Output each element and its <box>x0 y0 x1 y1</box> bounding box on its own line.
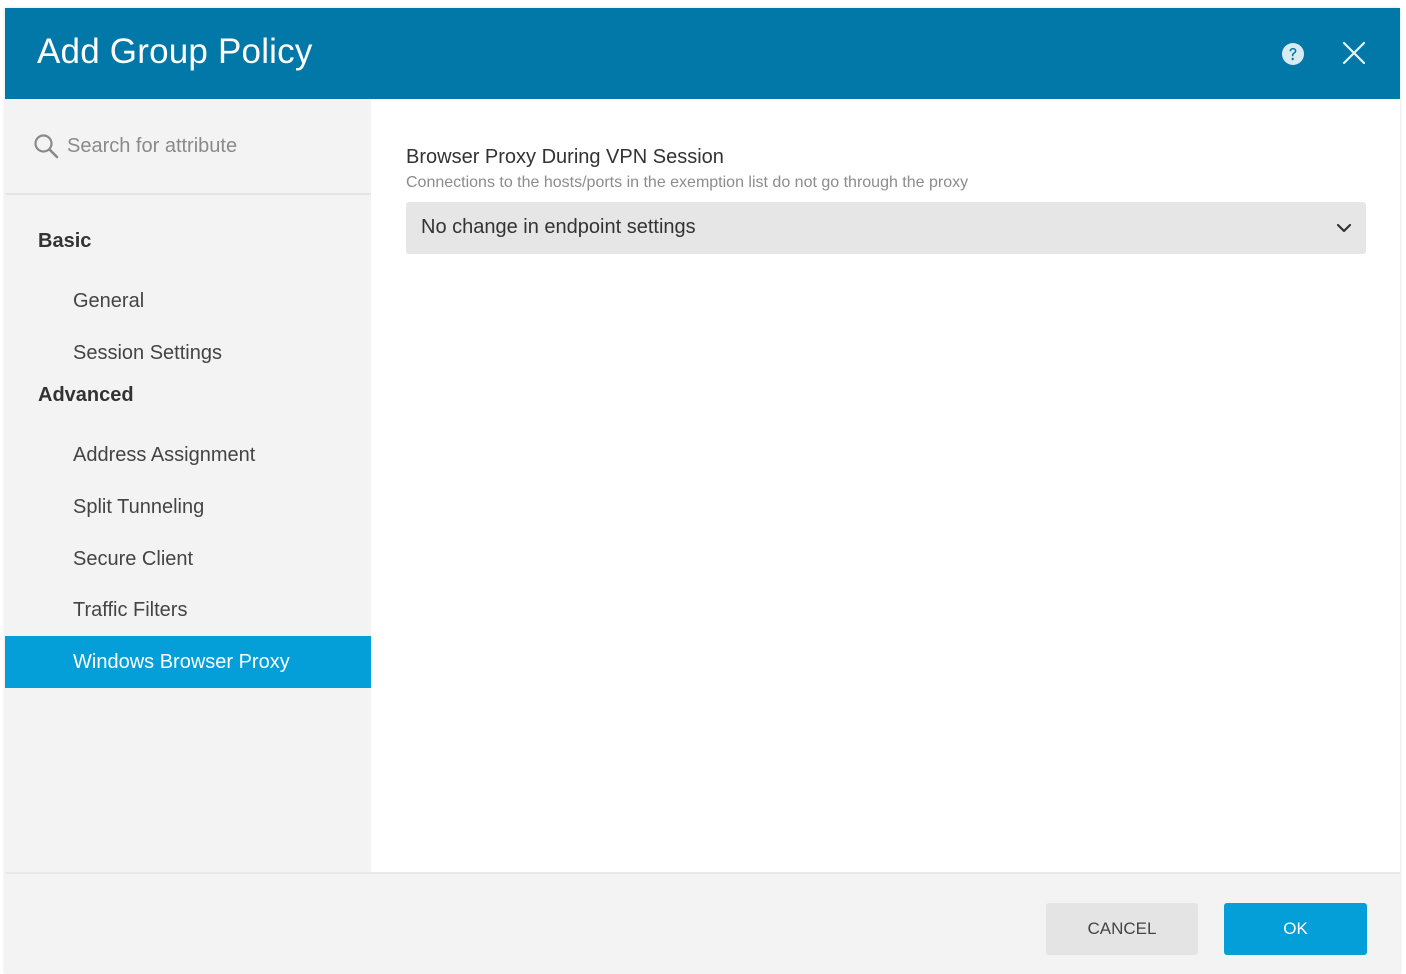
sidebar-item-split-tunneling[interactable]: Split Tunneling <box>5 481 371 533</box>
nav-group-basic: Basic <box>38 230 92 252</box>
sidebar-item-address-assignment[interactable]: Address Assignment <box>5 429 371 481</box>
select-value: No change in endpoint settings <box>421 216 696 238</box>
chevron-down-icon <box>1336 223 1352 233</box>
dialog-title: Add Group Policy <box>37 32 313 71</box>
sidebar-item-general[interactable]: General <box>5 275 371 327</box>
search-bar <box>5 99 371 195</box>
sidebar-item-traffic-filters[interactable]: Traffic Filters <box>5 584 371 636</box>
cancel-button[interactable]: CANCEL <box>1046 903 1198 955</box>
browser-proxy-select[interactable]: No change in endpoint settings <box>406 202 1366 254</box>
dialog-footer: CANCEL OK <box>5 872 1400 974</box>
search-input[interactable] <box>67 129 347 163</box>
nav-group-advanced: Advanced <box>38 384 134 406</box>
sidebar-item-session-settings[interactable]: Session Settings <box>5 327 371 379</box>
ok-button[interactable]: OK <box>1224 903 1367 955</box>
close-icon[interactable] <box>1341 40 1367 66</box>
dialog-header: Add Group Policy <box>5 8 1400 99</box>
sidebar-item-windows-browser-proxy[interactable]: Windows Browser Proxy <box>5 636 371 688</box>
sidebar: Basic General Session Settings Advanced … <box>5 99 371 872</box>
add-group-policy-dialog: Add Group Policy Basic General Session S… <box>5 8 1400 974</box>
field-label: Browser Proxy During VPN Session <box>406 146 724 168</box>
sidebar-item-secure-client[interactable]: Secure Client <box>5 533 371 585</box>
search-icon <box>34 134 59 159</box>
field-help-text: Connections to the hosts/ports in the ex… <box>406 174 969 191</box>
main-content: Browser Proxy During VPN Session Connect… <box>371 99 1400 872</box>
question-circle-icon[interactable] <box>1280 41 1306 67</box>
